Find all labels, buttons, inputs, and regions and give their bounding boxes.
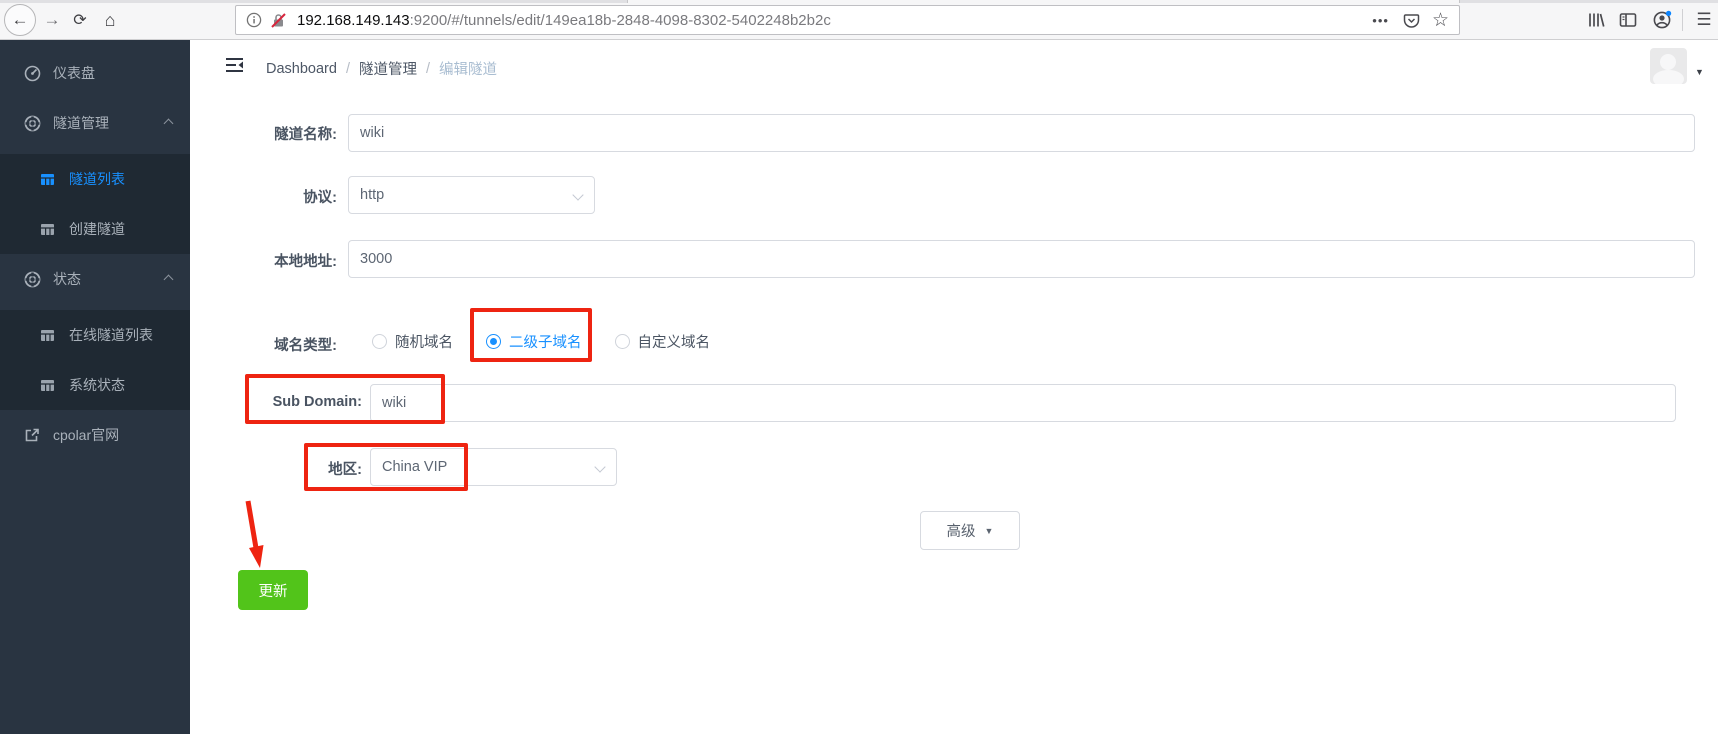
breadcrumb-separator: / (425, 60, 430, 77)
insecure-lock-icon[interactable] (270, 12, 287, 29)
radio-random-domain[interactable]: 随机域名 (372, 331, 453, 352)
radio-label: 随机域名 (395, 335, 453, 351)
page-actions-icon[interactable]: ••• (1372, 13, 1389, 28)
sidebar-group-label: 状态 (53, 271, 81, 287)
sidebar-item-online-tunnel-list[interactable]: 在线隧道列表 (0, 310, 190, 360)
dashboard-gauge-icon (24, 65, 41, 82)
account-icon[interactable] (1650, 8, 1674, 32)
sidebar-submenu-status: 在线隧道列表 系统状态 (0, 310, 190, 410)
pocket-icon[interactable] (1403, 12, 1420, 29)
table-icon (40, 327, 57, 344)
breadcrumb-separator: / (345, 60, 350, 77)
local-address-input[interactable] (348, 240, 1695, 278)
sidebar-item-dashboard[interactable]: 仪表盘 (0, 48, 190, 98)
library-icon[interactable] (1584, 8, 1608, 32)
sidebar-group-status[interactable]: 状态 (0, 254, 190, 304)
sidebars-icon[interactable] (1616, 8, 1640, 32)
update-button[interactable]: 更新 (238, 570, 308, 610)
radio-circle-icon[interactable] (486, 334, 501, 349)
tunnel-name-label: 隧道名称: (274, 127, 337, 143)
sidebar-item-label: cpolar官网 (53, 427, 120, 443)
back-button[interactable]: ← (4, 4, 36, 36)
sidebar-item-label: 在线隧道列表 (69, 327, 153, 343)
advanced-button[interactable]: 高级 ▼ (920, 511, 1020, 550)
life-ring-icon (24, 271, 41, 288)
sidebar-item-label: 仪表盘 (53, 65, 95, 81)
radio-custom-domain[interactable]: 自定义域名 (614, 331, 711, 352)
avatar[interactable] (1650, 48, 1687, 84)
active-tab-edge (627, 0, 1460, 3)
radio-label: 二级子域名 (509, 335, 582, 351)
avatar-caret-down-icon[interactable]: ▼ (1695, 67, 1704, 77)
sidebar-submenu-tunnel: 隧道列表 创建隧道 (0, 154, 190, 254)
url-host: 192.168.149.143 (297, 11, 410, 29)
site-info-icon[interactable] (246, 12, 262, 28)
menu-fold-icon[interactable] (225, 57, 244, 78)
table-icon (40, 171, 57, 188)
radio-circle-icon[interactable] (372, 334, 387, 349)
life-ring-icon (24, 115, 41, 132)
external-link-icon (24, 427, 41, 444)
breadcrumb-edit-tunnel: 编辑隧道 (439, 62, 497, 78)
sidebar-item-label: 系统状态 (69, 377, 125, 393)
url-bar[interactable]: 192.168.149.143:9200/#/tunnels/edit/149e… (235, 5, 1460, 35)
forward-button[interactable]: → (40, 8, 64, 32)
url-text[interactable]: 192.168.149.143:9200/#/tunnels/edit/149e… (297, 12, 831, 29)
table-icon (40, 221, 57, 238)
breadcrumb: Dashboard / 隧道管理 / 编辑隧道 (266, 58, 497, 79)
local-address-label: 本地地址: (274, 254, 337, 270)
breadcrumb-tunnel-management[interactable]: 隧道管理 (359, 58, 417, 79)
region-select-value: China VIP (382, 459, 448, 475)
sidebar-item-system-status[interactable]: 系统状态 (0, 360, 190, 410)
sidebar-item-create-tunnel[interactable]: 创建隧道 (0, 204, 190, 254)
radio-label: 自定义域名 (637, 335, 711, 351)
tunnel-name-input[interactable] (348, 114, 1695, 152)
region-select[interactable]: China VIP (370, 448, 617, 486)
chevron-down-icon (594, 461, 606, 473)
main-content: Dashboard / 隧道管理 / 编辑隧道 ▼ 隧道名称: 协议: http… (190, 40, 1718, 734)
bookmark-star-icon[interactable]: ☆ (1432, 9, 1449, 32)
protocol-select[interactable]: http (348, 176, 595, 214)
url-path: :9200/#/tunnels/edit/149ea18b-2848-4098-… (409, 11, 831, 29)
sidebar-item-label: 创建隧道 (69, 221, 125, 237)
radio-circle-icon[interactable] (614, 334, 630, 349)
breadcrumb-dashboard[interactable]: Dashboard (266, 61, 337, 77)
reload-button[interactable]: ⟳ (68, 8, 92, 32)
sidebar: 仪表盘 隧道管理 隧道列表 创建隧道 状态 在线隧道列表 系统状态 cpolar… (0, 40, 190, 734)
hamburger-menu-icon[interactable]: ☰ (1692, 8, 1716, 32)
toolbar-divider (1682, 9, 1683, 31)
tab-strip (0, 0, 1718, 3)
annotation-arrow (236, 498, 272, 577)
sub-domain-label: Sub Domain: (272, 394, 362, 410)
domain-type-label: 域名类型: (274, 338, 337, 354)
advanced-button-label: 高级 (946, 524, 976, 540)
home-button[interactable]: ⌂ (98, 8, 122, 32)
screen: ← → ⟳ ⌂ 192.168.149.143:9200/#/tunnels/e… (0, 0, 1718, 734)
region-label: 地区: (328, 462, 362, 478)
sub-domain-input[interactable] (370, 384, 1676, 422)
domain-type-radio-group: 随机域名 二级子域名 自定义域名 (372, 331, 710, 352)
chevron-up-icon (163, 118, 174, 129)
sidebar-group-tunnel-management[interactable]: 隧道管理 (0, 98, 190, 148)
chevron-up-icon (163, 274, 174, 285)
browser-toolbar: ← → ⟳ ⌂ 192.168.149.143:9200/#/tunnels/e… (0, 0, 1718, 40)
protocol-select-value: http (360, 187, 385, 203)
protocol-label: 协议: (303, 190, 337, 206)
chevron-down-icon (572, 189, 584, 201)
sidebar-item-tunnel-list[interactable]: 隧道列表 (0, 154, 190, 204)
table-icon (40, 377, 57, 394)
sidebar-item-cpolar-website[interactable]: cpolar官网 (0, 410, 190, 460)
caret-down-icon: ▼ (984, 525, 994, 536)
sidebar-group-label: 隧道管理 (53, 115, 109, 131)
sidebar-item-label: 隧道列表 (69, 171, 125, 187)
radio-subdomain[interactable]: 二级子域名 (486, 331, 582, 352)
